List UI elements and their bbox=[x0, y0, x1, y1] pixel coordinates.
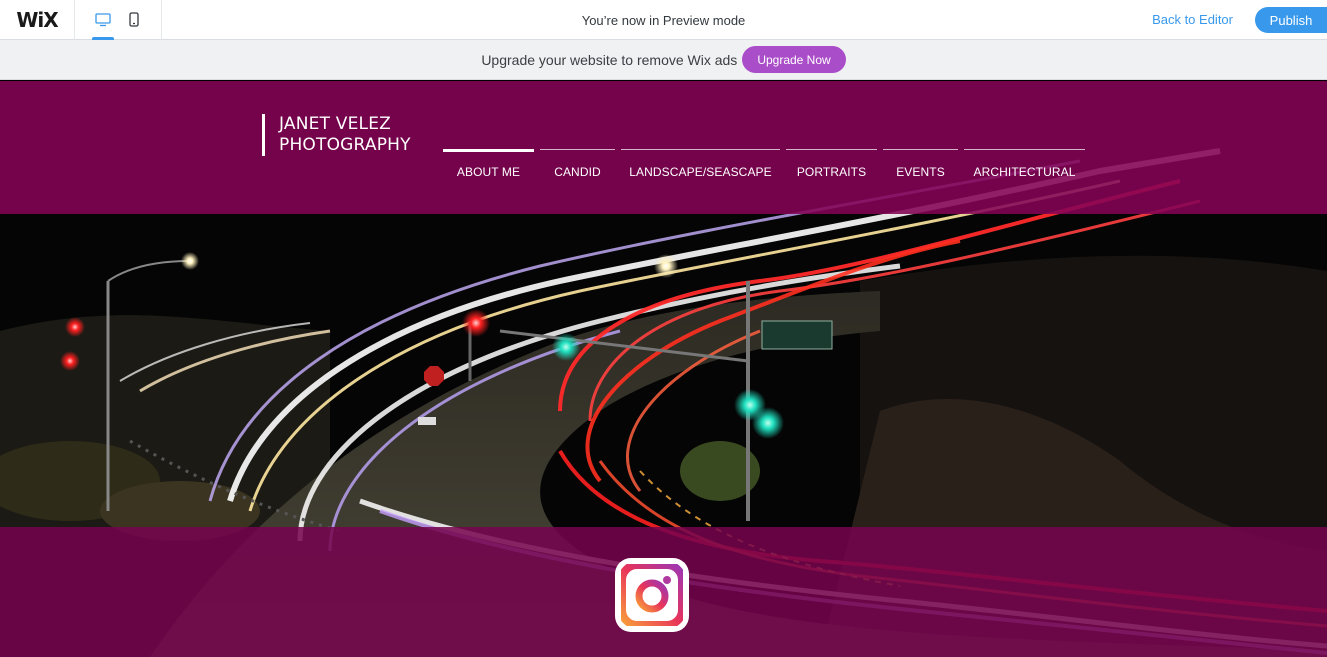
nav-item-label: CANDID bbox=[554, 165, 601, 179]
instagram-icon bbox=[618, 561, 686, 629]
site-header bbox=[0, 81, 1327, 214]
back-to-editor-link[interactable]: Back to Editor bbox=[1152, 12, 1233, 27]
nav-item-landscape-seascape[interactable]: LANDSCAPE/SEASCAPE bbox=[621, 149, 780, 179]
wix-logo[interactable]: WiX bbox=[0, 0, 75, 40]
nav-item-label: ARCHITECTURAL bbox=[973, 165, 1076, 179]
ad-banner-text: Upgrade your website to remove Wix ads bbox=[481, 51, 738, 68]
preview-mode-label: You’re now in Preview mode bbox=[581, 12, 746, 28]
nav-item-label: ABOUT ME bbox=[456, 165, 521, 179]
site-page: JANET VELEZ PHOTOGRAPHY ABOUT ME CANDID … bbox=[0, 81, 1327, 657]
nav-item-label: LANDSCAPE/SEASCAPE bbox=[629, 165, 772, 179]
instagram-link[interactable] bbox=[615, 558, 689, 632]
device-toggle bbox=[75, 0, 162, 40]
site-logo-line2: PHOTOGRAPHY bbox=[279, 135, 411, 155]
nav-item-events[interactable]: EVENTS bbox=[883, 149, 958, 179]
wix-preview-bar: WiX You’re now in Preview mode Back to E… bbox=[0, 0, 1327, 40]
upgrade-now-button[interactable]: Upgrade Now bbox=[742, 46, 846, 73]
nav-item-about-me[interactable]: ABOUT ME bbox=[443, 149, 534, 179]
desktop-icon bbox=[94, 12, 111, 26]
main-nav: ABOUT ME CANDID LANDSCAPE/SEASCAPE PORTR… bbox=[443, 149, 1091, 189]
mobile-icon bbox=[128, 12, 139, 27]
site-logo[interactable]: JANET VELEZ PHOTOGRAPHY bbox=[262, 114, 411, 156]
mobile-view-button[interactable] bbox=[123, 0, 145, 40]
publish-button[interactable]: Publish bbox=[1255, 7, 1327, 33]
nav-item-portraits[interactable]: PORTRAITS bbox=[786, 149, 877, 179]
nav-item-candid[interactable]: CANDID bbox=[540, 149, 615, 179]
nav-item-label: PORTRAITS bbox=[796, 165, 867, 179]
site-logo-line1: JANET VELEZ bbox=[279, 114, 392, 134]
desktop-view-button[interactable] bbox=[91, 0, 114, 40]
ad-banner: Upgrade your website to remove Wix ads U… bbox=[0, 40, 1327, 80]
nav-item-architectural[interactable]: ARCHITECTURAL bbox=[964, 149, 1085, 179]
nav-item-label: EVENTS bbox=[896, 165, 945, 179]
